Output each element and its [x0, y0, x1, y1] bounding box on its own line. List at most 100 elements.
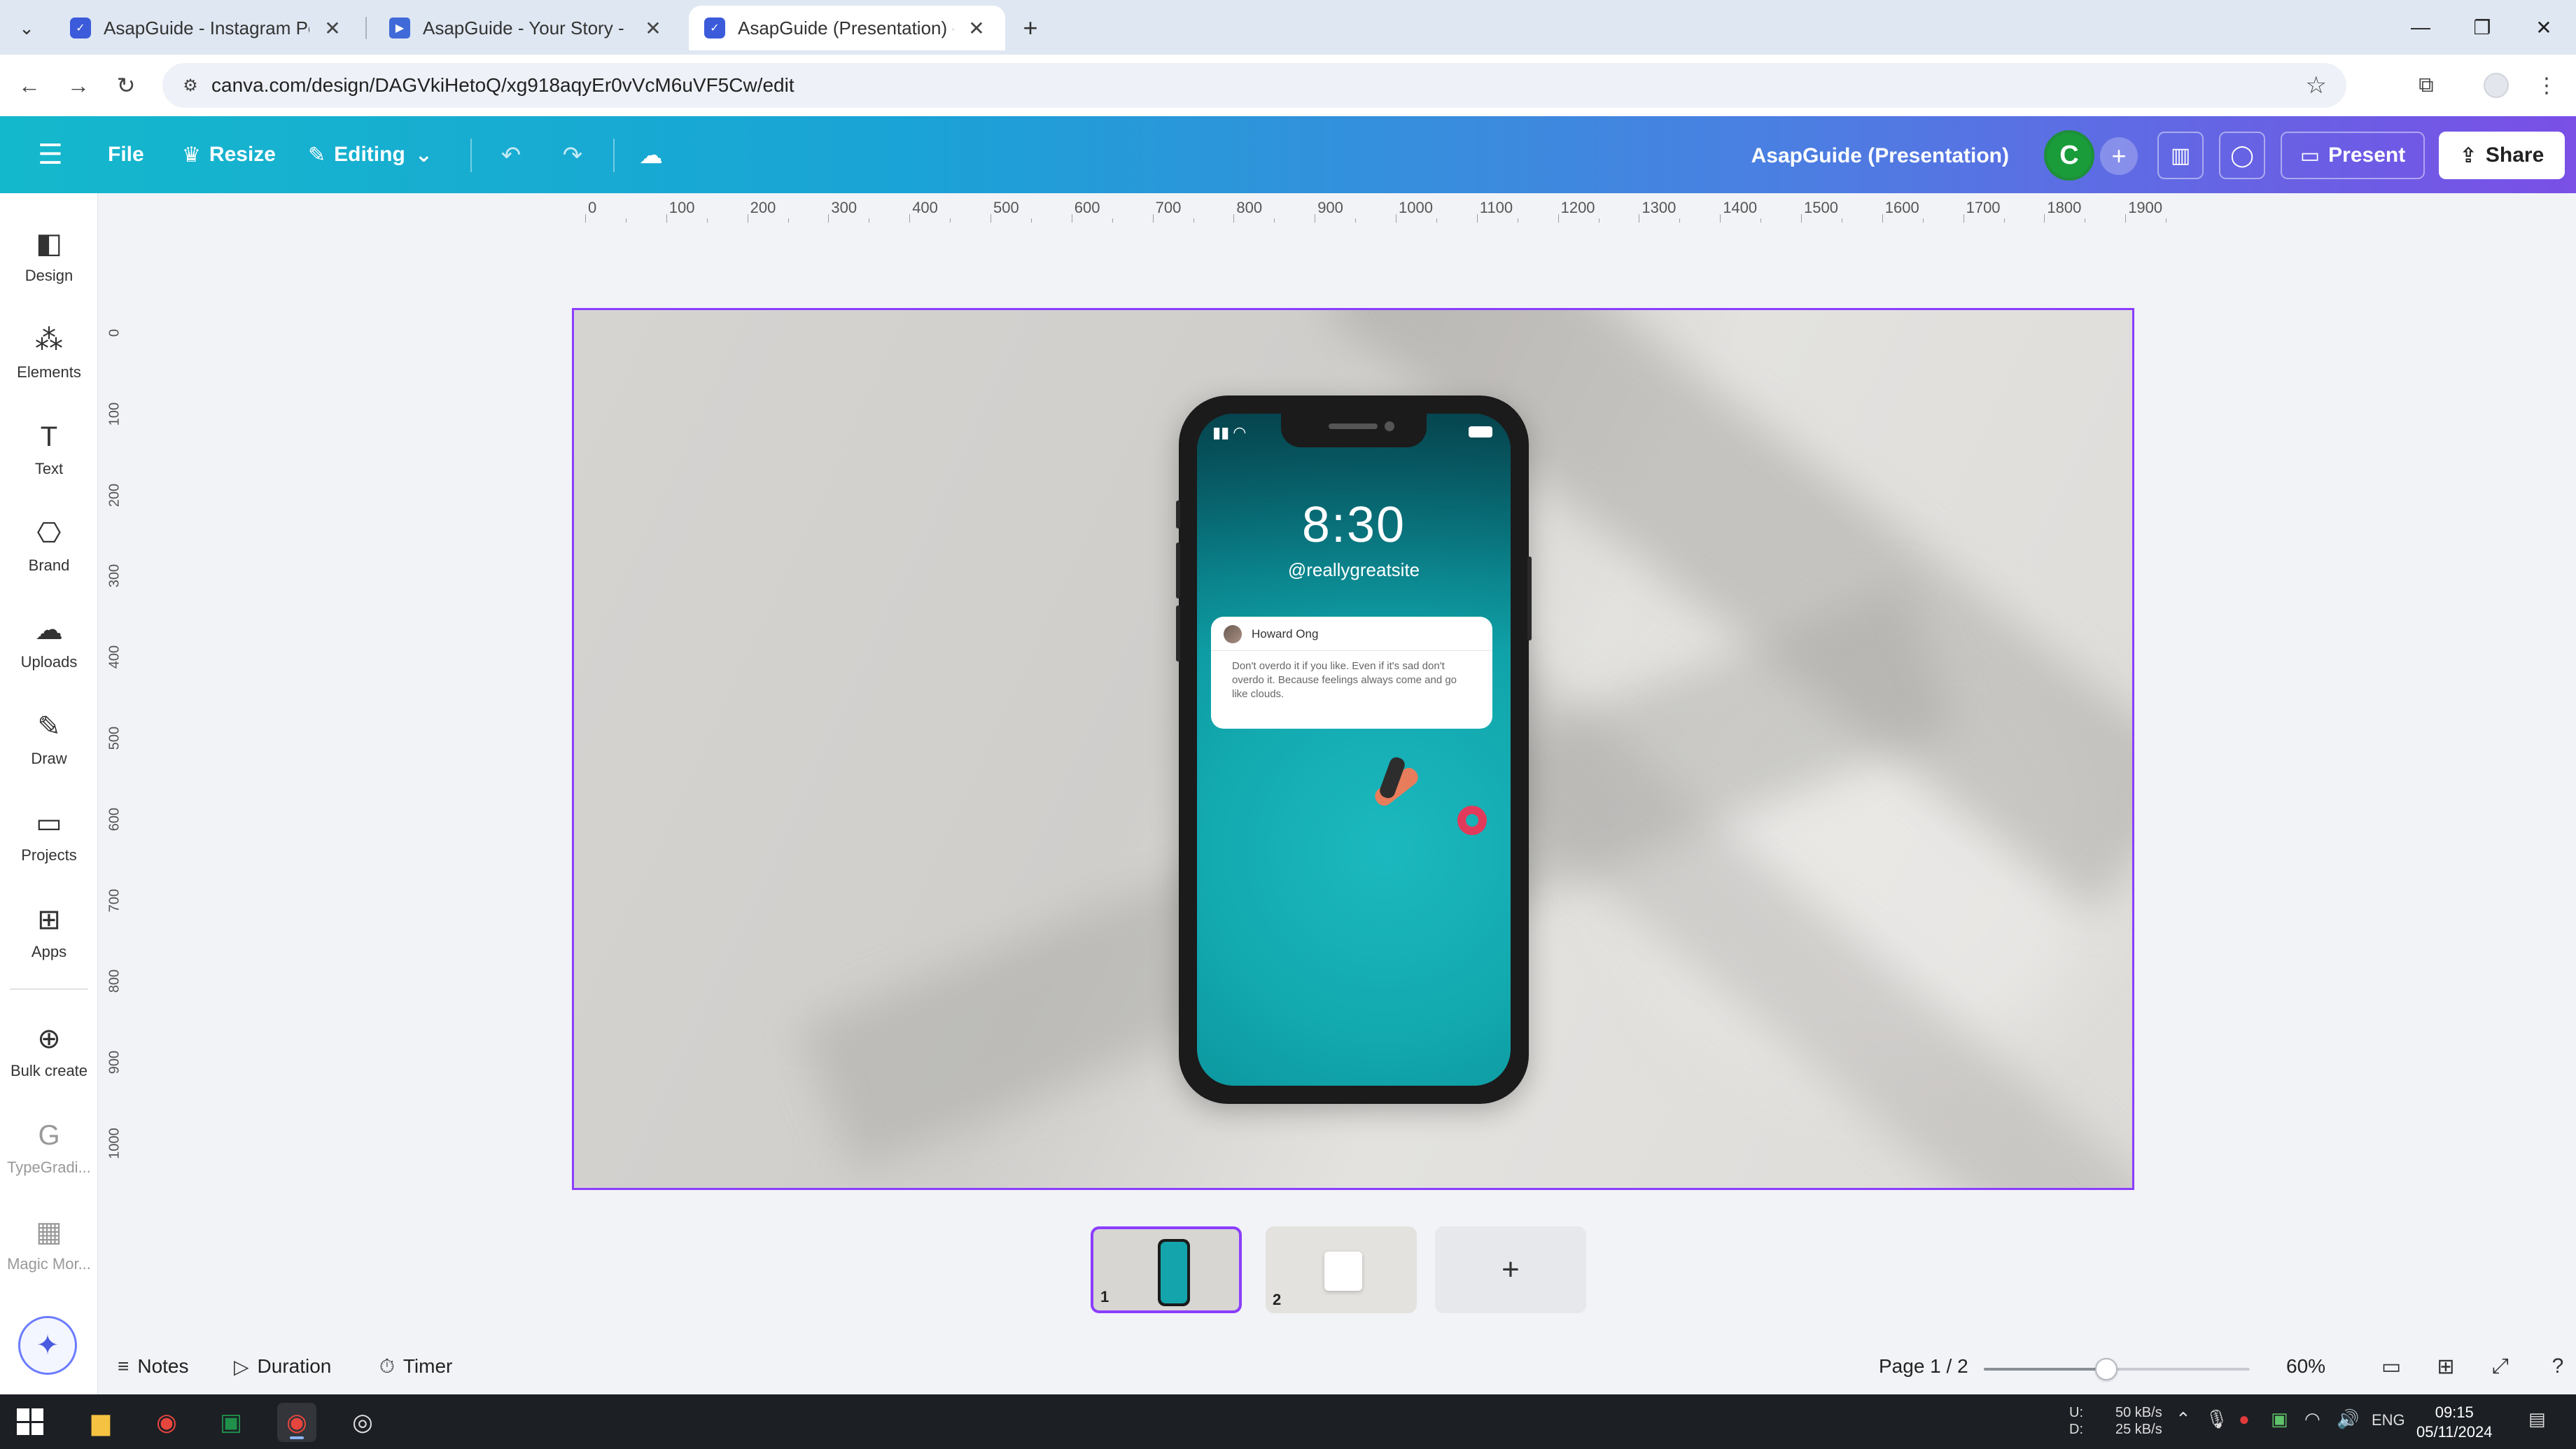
help-icon[interactable]: ?: [2542, 1351, 2573, 1382]
file-menu-button[interactable]: File: [98, 133, 154, 176]
sidebar-item-elements[interactable]: ⁂ Elements: [0, 311, 98, 395]
tab-search-chevron-icon[interactable]: ⌄: [13, 14, 41, 42]
add-page-button[interactable]: +: [1435, 1226, 1586, 1313]
phone-button: [1176, 606, 1180, 662]
brand-icon: ⎔: [36, 518, 62, 549]
recorder-app-icon[interactable]: ◎: [343, 1403, 382, 1442]
nvidia-icon[interactable]: ▣: [2271, 1408, 2288, 1430]
system-clock[interactable]: 09:15 05/11/2024: [2416, 1403, 2492, 1442]
page-view-icon[interactable]: ▭: [2376, 1351, 2407, 1382]
bookmark-star-icon[interactable]: ☆: [2306, 71, 2327, 99]
profile-icon[interactable]: [2479, 69, 2513, 102]
reload-icon[interactable]: ↻: [109, 69, 143, 102]
design-canvas[interactable]: ▮▮ ◠ 8:30 @reallygreatsite Howard Ong Do…: [572, 308, 2134, 1190]
close-tab-icon[interactable]: ✕: [965, 16, 988, 40]
language-indicator[interactable]: ENG: [2372, 1411, 2405, 1429]
sidebar-item-draw[interactable]: ✎ Draw: [0, 697, 98, 781]
sidebar-item-uploads[interactable]: ☁ Uploads: [0, 601, 98, 685]
ruler-left-label: 800: [106, 969, 122, 993]
extensions-icon[interactable]: ⧉: [2409, 69, 2443, 102]
page-thumbnail-1[interactable]: 1: [1091, 1226, 1242, 1313]
magic-morph-app-icon: ▦: [36, 1217, 62, 1247]
cloud-saved-icon[interactable]: ☁: [630, 134, 672, 176]
tab-title: AsapGuide - Your Story - Canva: [423, 17, 630, 38]
ruler-tick: [2003, 218, 2005, 223]
windows-taskbar: ▆ ◉ ▣ ◉ ◎ U: D: 50 kB/s 25 kB/s 🎙 ⌃ ● ▣ …: [0, 1394, 2576, 1449]
ruler-top-label: 1900: [2128, 199, 2163, 216]
tab-presentation[interactable]: ✓ AsapGuide (Presentation) - Pre ✕: [689, 6, 1005, 50]
close-tab-icon[interactable]: ✕: [321, 16, 344, 40]
ruler-tick: [788, 218, 789, 223]
sidebar-item-magic-morph[interactable]: ▦ Magic Mor...: [0, 1203, 98, 1287]
restore-icon[interactable]: ❐: [2454, 10, 2510, 45]
minimize-icon[interactable]: —: [2393, 10, 2449, 45]
resize-label: Resize: [209, 143, 276, 166]
present-button[interactable]: ▭ Present: [2281, 132, 2425, 179]
tab-your-story[interactable]: ▶ AsapGuide - Your Story - Canva ✕: [374, 6, 682, 50]
zoom-slider-handle[interactable]: [2094, 1358, 2118, 1380]
sidebar-item-projects[interactable]: ▭ Projects: [0, 794, 98, 878]
sidebar-item-apps[interactable]: ⊞ Apps: [0, 890, 98, 974]
insights-chart-icon[interactable]: ▥: [2157, 132, 2204, 179]
ruler-left-label: 600: [106, 807, 122, 831]
site-settings-icon[interactable]: ⚙: [178, 73, 203, 98]
close-window-icon[interactable]: ✕: [2516, 10, 2572, 45]
page-thumbnail-2[interactable]: 2: [1266, 1226, 1417, 1313]
duration-button[interactable]: ▷ Duration: [234, 1352, 331, 1380]
ruler-tick: [2125, 214, 2127, 223]
document-title[interactable]: AsapGuide (Presentation): [1751, 144, 2009, 168]
redo-icon[interactable]: ↷: [552, 134, 594, 176]
sidebar-item-typegradient[interactable]: G TypeGradi...: [0, 1106, 98, 1190]
network-speed-labels: U: D:: [2069, 1405, 2083, 1437]
file-explorer-icon[interactable]: ▆: [81, 1403, 120, 1442]
windows-start-icon[interactable]: [17, 1408, 43, 1435]
ruler-left-label: 500: [106, 726, 122, 750]
sidebar-divider: [10, 988, 88, 990]
zoom-level[interactable]: 60%: [2286, 1355, 2325, 1378]
notification-message: Don't overdo it if you like. Even if it'…: [1232, 660, 1457, 700]
resize-button[interactable]: ♛ Resize: [172, 133, 286, 176]
ruler-top-label: 1800: [2047, 199, 2082, 216]
undo-icon[interactable]: ↶: [490, 134, 532, 176]
tray-chevron-up-icon[interactable]: ⌃: [2176, 1408, 2191, 1430]
sidebar-item-text[interactable]: T Text: [0, 407, 98, 491]
page-indicator[interactable]: Page 1 / 2: [1879, 1355, 1968, 1378]
sidebar-item-bulk-create[interactable]: ⊕ Bulk create: [0, 1009, 98, 1093]
back-icon[interactable]: ←: [13, 69, 46, 102]
zoom-slider[interactable]: [1984, 1358, 2250, 1380]
forward-icon[interactable]: →: [62, 69, 95, 102]
volume-icon[interactable]: 🔊: [2337, 1408, 2359, 1430]
wifi-icon[interactable]: ◠: [2304, 1408, 2320, 1430]
tab-separator: [365, 17, 367, 39]
main-menu-icon[interactable]: ☰: [28, 133, 73, 176]
download-speed: 25 kB/s: [2115, 1422, 2162, 1437]
browser-menu-icon[interactable]: ⋮: [2530, 69, 2563, 102]
chrome-active-icon[interactable]: ◉: [277, 1403, 316, 1442]
microphone-icon[interactable]: 🎙: [2205, 1408, 2228, 1430]
comments-icon[interactable]: ◯: [2219, 132, 2265, 179]
magic-assistant-sparkle-icon[interactable]: ✦: [18, 1316, 77, 1375]
chrome-icon[interactable]: ◉: [147, 1403, 186, 1442]
share-button[interactable]: ⇪ Share: [2439, 132, 2565, 179]
user-avatar[interactable]: C: [2044, 130, 2094, 181]
excel-icon[interactable]: ▣: [211, 1403, 251, 1442]
record-icon[interactable]: ●: [2239, 1408, 2250, 1430]
ruler-tick: [1963, 214, 1964, 223]
grid-view-icon[interactable]: ⊞: [2430, 1351, 2461, 1382]
close-tab-icon[interactable]: ✕: [641, 16, 665, 40]
editing-mode-button[interactable]: ✎ Editing ⌄: [298, 133, 442, 176]
fullscreen-icon[interactable]: ⤢: [2485, 1351, 2516, 1382]
ruler-tick: [2044, 214, 2045, 223]
sidebar-item-brand[interactable]: ⎔ Brand: [0, 504, 98, 588]
sidebar-item-design[interactable]: ◧ Design: [0, 214, 98, 298]
ruler-tick: [1355, 218, 1357, 223]
invite-plus-icon[interactable]: +: [2100, 137, 2138, 175]
notes-button[interactable]: ≡ Notes: [118, 1352, 189, 1380]
phone-mockup[interactable]: ▮▮ ◠ 8:30 @reallygreatsite Howard Ong Do…: [1176, 396, 1532, 1104]
ruler-top-label: 1400: [1723, 199, 1758, 216]
timer-button[interactable]: ⏱ Timer: [379, 1352, 452, 1380]
url-field[interactable]: ⚙ canva.com/design/DAGVkiHetoQ/xg918aqyE…: [162, 63, 2346, 108]
tab-instagram-post[interactable]: ✓ AsapGuide - Instagram Post ✕: [55, 6, 361, 50]
notification-center-icon[interactable]: ▤: [2528, 1408, 2546, 1430]
new-tab-icon[interactable]: +: [1016, 13, 1044, 42]
